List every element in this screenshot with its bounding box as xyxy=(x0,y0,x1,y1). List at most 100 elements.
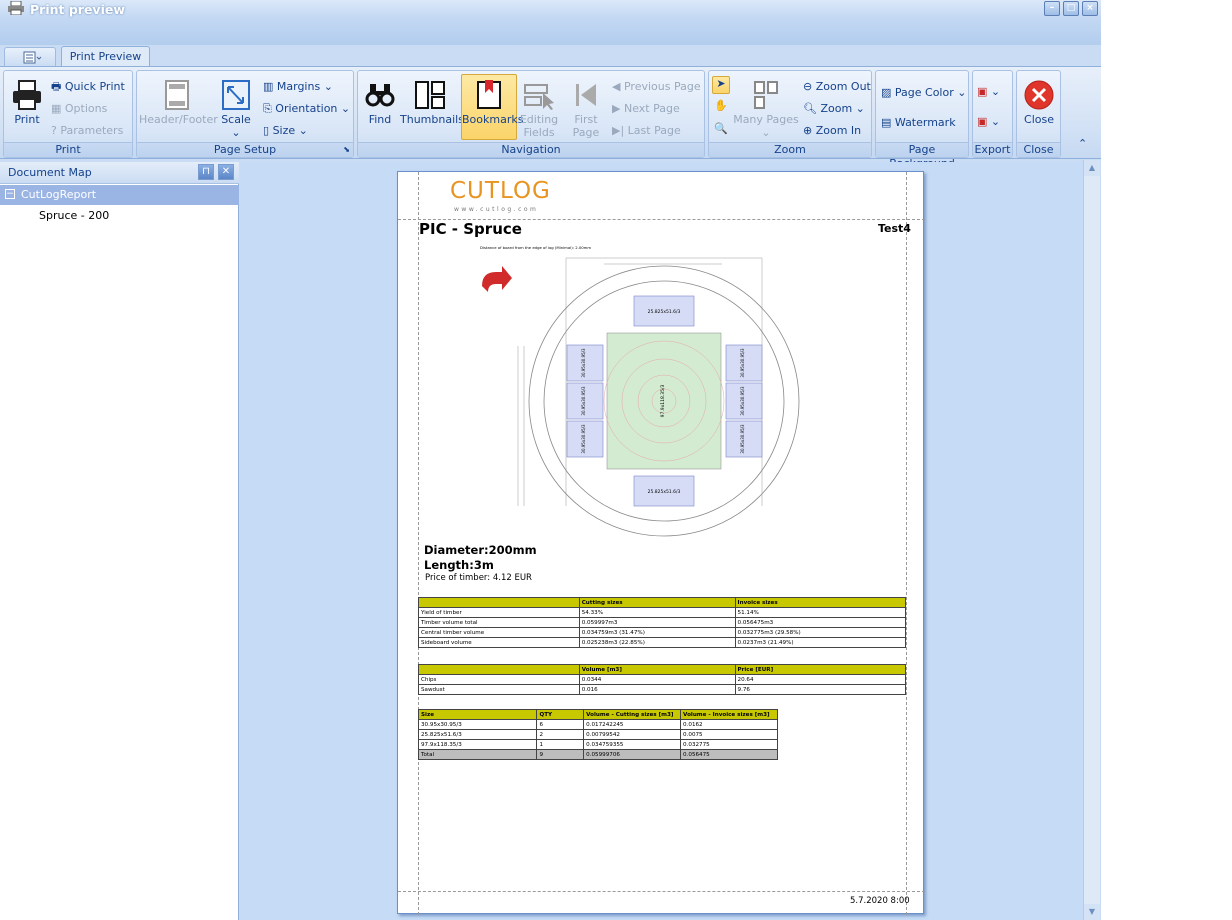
table-cell: Cutting sizes xyxy=(578,597,736,608)
table-total-row: Total 9 0.05999706 0.056475 xyxy=(417,749,778,760)
watermark-icon: ▤ xyxy=(881,116,895,129)
close-window-button[interactable]: × xyxy=(1082,1,1098,16)
margins-button[interactable]: ▥ Margins ⌄ xyxy=(263,80,333,94)
maximize-button[interactable]: □ xyxy=(1063,1,1079,16)
watermark-button[interactable]: ▤ Watermark xyxy=(881,116,956,130)
table-cell: 54.33% xyxy=(578,607,736,618)
collapse-icon[interactable]: − xyxy=(5,189,15,199)
size-button[interactable]: ▯ Size ⌄ xyxy=(263,124,308,138)
size-icon: ▯ xyxy=(263,124,273,137)
page-color-button[interactable]: ▨ Page Color ⌄ xyxy=(881,86,966,100)
report-test-label: Test4 xyxy=(878,222,911,235)
editing-fields-button[interactable]: Editing Fields xyxy=(518,79,560,139)
table-row: Sawdust 0.016 9.76 xyxy=(418,684,907,695)
table-header-row: Size QTY Volume - Cutting sizes [m3] Volume… xyxy=(417,709,778,720)
first-page-button[interactable]: First Page xyxy=(566,79,606,139)
export-group-caption: Export xyxy=(973,142,1012,157)
dialog-launcher-icon[interactable]: ⬊ xyxy=(343,143,350,157)
table-cell: 0.0344 xyxy=(578,674,736,685)
table-cell: Volume - Invoice sizes [m3] xyxy=(680,709,778,720)
bookmarks-button[interactable]: Bookmarks xyxy=(461,74,523,140)
print-group-caption: Print xyxy=(4,142,132,157)
magnifier-tool-button[interactable]: 🔍 xyxy=(714,122,728,136)
logo-subtitle: www.cutlog.com xyxy=(454,206,539,213)
application-menu-button[interactable] xyxy=(4,47,56,67)
last-page-icon: ▶| xyxy=(612,124,628,137)
pointer-tool-button[interactable]: ➤ xyxy=(712,76,730,94)
previous-page-button[interactable]: ◀ Previous Page xyxy=(612,80,701,94)
print-button[interactable]: Print xyxy=(8,79,46,126)
table-row: 97.9x118.35/3 1 0.034759355 0.032775 xyxy=(417,739,778,750)
table-cell: Total xyxy=(417,749,538,760)
pin-icon[interactable]: ⊓ xyxy=(198,164,214,180)
tab-print-preview[interactable]: Print Preview xyxy=(61,46,150,68)
header-footer-button[interactable]: Header/Footer xyxy=(139,79,218,126)
scale-button[interactable]: Scale ⌄ xyxy=(217,79,255,139)
document-map-root-item[interactable]: − CutLogReport xyxy=(0,185,239,205)
orientation-button[interactable]: ⎘ Orientation ⌄ xyxy=(263,102,350,116)
center-board-label: 97.9x118.35/3 xyxy=(660,384,666,417)
top-board-label: 25.825x51.6/3 xyxy=(648,309,681,315)
scroll-up-icon[interactable]: ▲ xyxy=(1084,160,1100,176)
quick-print-button[interactable]: 🖶 Quick Print xyxy=(51,80,125,94)
log-cutting-diagram: 25.825x51.6/3 25.825x51.6/3 97.9x118.35/… xyxy=(482,257,800,537)
scroll-down-icon[interactable]: ▼ xyxy=(1084,904,1100,920)
table-cell: 0.032775m3 (29.58%) xyxy=(734,627,907,638)
ribbon: Print 🖶 Quick Print ▦ Options ? Paramete… xyxy=(0,66,1101,170)
table-cell xyxy=(418,664,580,675)
report-title: PIC - Spruce xyxy=(419,220,522,238)
left-board-label-2: 30.95x30.95/3 xyxy=(581,386,586,416)
report-page: CUTLOG www.cutlog.com PIC - Spruce Test4… xyxy=(397,171,925,915)
table-row: 25.825x51.6/3 2 0.00799542 0.0075 xyxy=(417,729,778,740)
table-cell: 0.034759355 xyxy=(583,739,682,750)
zoom-in-button[interactable]: ⊕ Zoom In xyxy=(803,124,861,138)
minimize-button[interactable]: – xyxy=(1044,1,1060,16)
find-button[interactable]: Find xyxy=(362,79,398,126)
window-title: Print preview xyxy=(30,2,125,17)
table-cell: 0.0237m3 (21.49%) xyxy=(734,637,907,648)
page-background-group: ▨ Page Color ⌄ ▤ Watermark Page Backgrou… xyxy=(875,70,969,170)
hand-tool-button[interactable]: ✋ xyxy=(714,99,728,113)
table-header-row: Volume [m3] Price [EUR] xyxy=(418,664,907,675)
table-row: Sideboard volume 0.025238m3 (22.85%) 0.023… xyxy=(418,637,907,648)
print-group: Print 🖶 Quick Print ▦ Options ? Paramete… xyxy=(3,70,133,158)
document-map-child-item[interactable]: Spruce - 200 xyxy=(39,209,109,222)
binoculars-icon xyxy=(365,84,395,107)
export-icon: ▣ xyxy=(977,85,988,98)
table-cell: Chips xyxy=(418,674,580,685)
export-document-button[interactable]: ▣ ⌄ xyxy=(977,85,1000,99)
next-page-button[interactable]: ▶ Next Page xyxy=(612,102,680,116)
zoom-out-button[interactable]: ⊖ Zoom Out xyxy=(803,80,871,94)
parameters-button[interactable]: ? Parameters xyxy=(51,124,123,138)
table-row: Timber volume total 0.059997m3 0.056475m3 xyxy=(418,617,907,628)
many-pages-button[interactable]: Many Pages ⌄ xyxy=(733,79,799,139)
collapse-ribbon-icon[interactable]: ⌃ xyxy=(1078,137,1087,151)
zoom-dropdown-button[interactable]: 🔍︎ Zoom ⌄ xyxy=(803,102,865,116)
right-board-label-1: 30.95x30.95/3 xyxy=(740,348,745,378)
table-cell: 97.9x118.35/3 xyxy=(417,739,538,750)
send-document-button[interactable]: ▣ ⌄ xyxy=(977,115,1000,129)
vertical-scrollbar[interactable]: ▲ ▼ xyxy=(1083,160,1100,920)
close-preview-button[interactable]: Close xyxy=(1020,79,1058,126)
margin-guide-right xyxy=(906,172,907,915)
table-cell: Volume - Cutting sizes [m3] xyxy=(583,709,682,720)
table-cell: 0.0075 xyxy=(680,729,778,740)
thumbnails-button[interactable]: Thumbnails xyxy=(400,79,464,126)
last-page-button[interactable]: ▶| Last Page xyxy=(612,124,681,138)
arrow-icon xyxy=(482,266,512,292)
table-cell: 0.032775 xyxy=(680,739,778,750)
options-icon: ▦ xyxy=(51,102,65,115)
right-board-label-2: 30.95x30.95/3 xyxy=(740,386,745,416)
table-cell: 30.95x30.95/3 xyxy=(417,719,538,730)
margins-icon: ▥ xyxy=(263,80,277,93)
quick-print-icon: 🖶 xyxy=(51,80,65,93)
zoom-group-caption: Zoom xyxy=(709,142,871,157)
close-group: Close Close xyxy=(1016,70,1061,158)
close-panel-icon[interactable]: ✕ xyxy=(218,164,234,180)
editing-fields-icon xyxy=(524,84,554,110)
print-preview-window: Print preview – □ × Print Preview Print … xyxy=(0,0,1101,920)
table-cell: Volume [m3] xyxy=(578,664,736,675)
options-button[interactable]: ▦ Options xyxy=(51,102,107,116)
boards-table: Size QTY Volume - Cutting sizes [m3] Volume… xyxy=(417,709,778,760)
cutlog-logo: CUTLOG xyxy=(450,178,551,204)
